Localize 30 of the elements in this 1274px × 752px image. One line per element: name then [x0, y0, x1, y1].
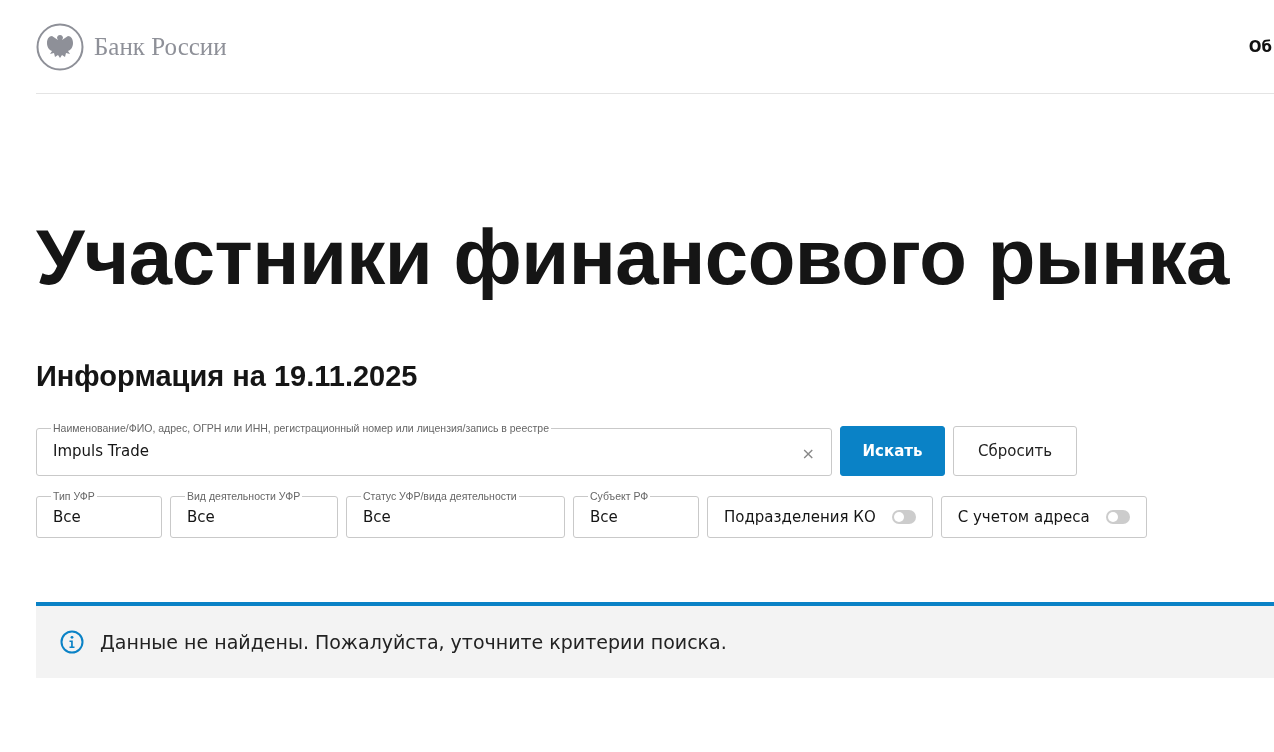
search-field[interactable]: Наименование/ФИО, адрес, ОГРН или ИНН, регистрационный номер или лицензия/запись в реестре Impuls Trade × [36, 422, 832, 476]
toggle-label: Подразделения КО [724, 508, 876, 526]
field-label: Статус УФР/вида деятельности [362, 490, 518, 502]
toggle-filter[interactable]: Подразделения КО [707, 496, 933, 538]
select-value: Все [187, 507, 215, 526]
toggle-filter[interactable]: С учетом адреса [940, 496, 1147, 538]
select-field[interactable]: Вид деятельности УФР Все [170, 490, 338, 538]
clear-button[interactable]: × [801, 444, 815, 463]
select-value: Все [53, 507, 81, 526]
toggle-switch[interactable] [1105, 510, 1130, 524]
notice-text: Данные не найдены. Пожалуйста, уточните критерии поиска. [100, 631, 727, 653]
select-field[interactable]: Тип УФР Все [36, 490, 162, 538]
search-value: Impuls Trade [53, 441, 149, 460]
info-icon [60, 630, 84, 654]
field-label: Субъект РФ [589, 490, 650, 502]
page-title: Участники финансового рынка [36, 212, 1231, 302]
toggle-switch[interactable] [891, 510, 916, 524]
nav-link[interactable]: Об [1248, 37, 1272, 56]
search-button[interactable]: Искать [840, 426, 945, 476]
select-field[interactable]: Статус УФР/вида деятельности Все [346, 490, 565, 538]
select-field[interactable]: Субъект РФ Все [573, 490, 699, 538]
eagle-emblem-icon [36, 22, 84, 71]
field-label: Вид деятельности УФР [186, 490, 302, 502]
field-label: Тип УФР [52, 490, 96, 502]
reset-button[interactable]: Сбросить [953, 426, 1077, 476]
field-label: Наименование/ФИО, адрес, ОГРН или ИНН, регистрационный номер или лицензия/запись в реестре [52, 422, 551, 434]
info-date-heading: Информация на 19.11.2025 [36, 359, 419, 394]
select-value: Все [590, 507, 618, 526]
select-value: Все [363, 507, 391, 526]
toggle-label: С учетом адреса [957, 508, 1090, 526]
